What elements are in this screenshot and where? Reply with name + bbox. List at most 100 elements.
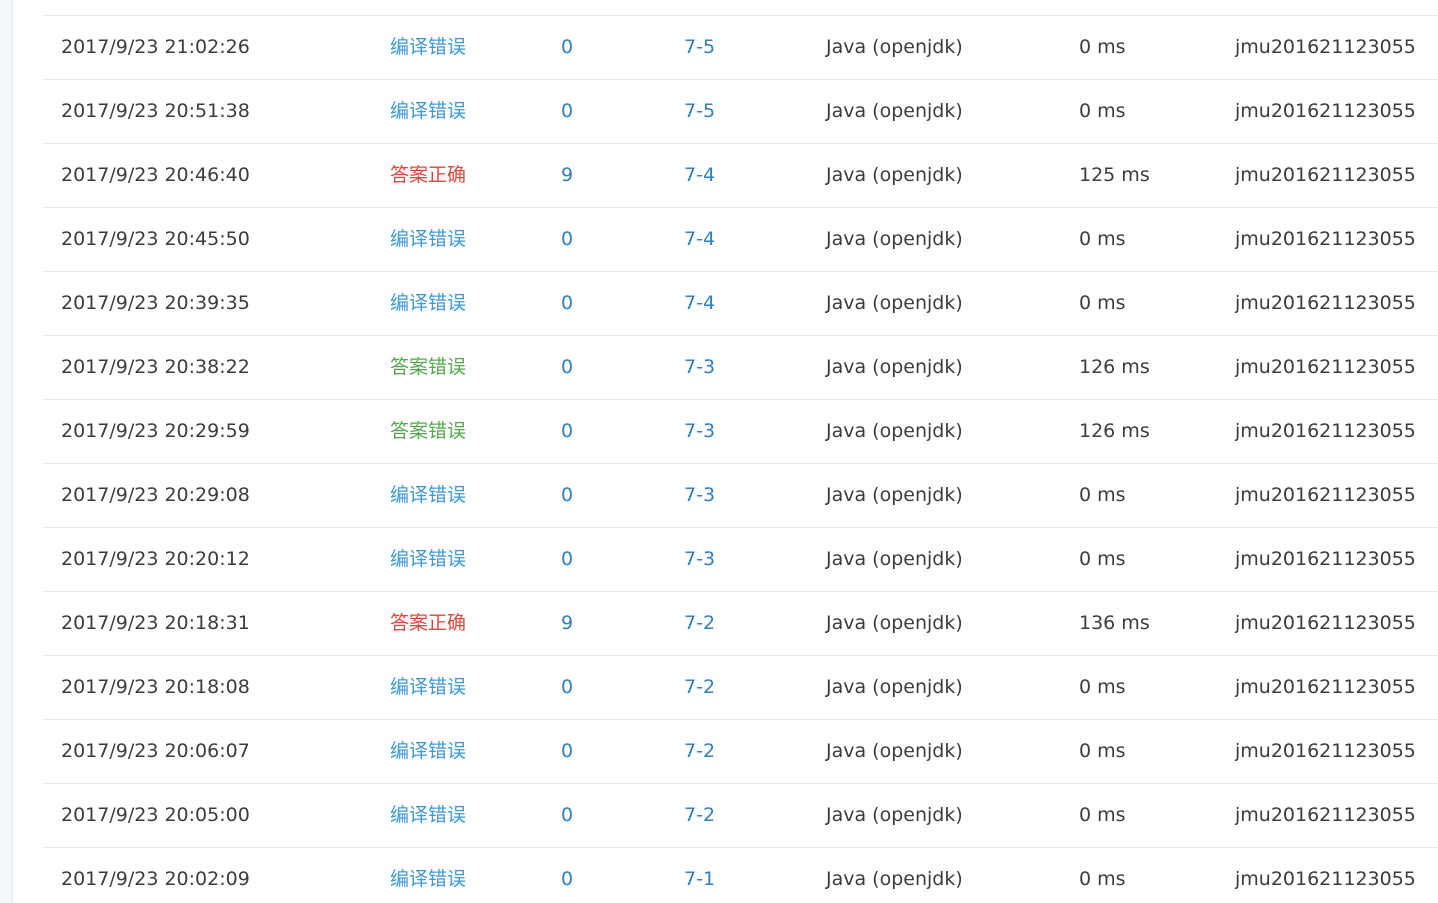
problem-link[interactable]: 7-5 bbox=[684, 80, 715, 143]
table-row: 2017/9/23 20:20:12 编译错误 0 7-3 Java (openjdk)… bbox=[43, 528, 1438, 592]
time-cost: 0 ms bbox=[1079, 804, 1126, 826]
status-link[interactable]: 编译错误 bbox=[390, 272, 466, 335]
submission-table: 2017/9/23 21:02:26 编译错误 0 7-5 Java (openjdk)… bbox=[43, 15, 1438, 903]
submit-time: 2017/9/23 20:46:40 bbox=[61, 164, 250, 186]
table-row: 2017/9/23 20:39:35 编译错误 0 7-4 Java (openjdk)… bbox=[43, 272, 1438, 336]
submit-time: 2017/9/23 20:06:07 bbox=[61, 740, 250, 762]
time-cost: 0 ms bbox=[1079, 548, 1126, 570]
username: jmu201621123055 bbox=[1235, 420, 1416, 442]
score-value: 0 bbox=[561, 292, 574, 314]
score-value: 0 bbox=[561, 740, 574, 762]
table-row: 2017/9/23 20:18:08 编译错误 0 7-2 Java (openjdk)… bbox=[43, 656, 1438, 720]
table-row: 2017/9/23 21:02:26 编译错误 0 7-5 Java (openjdk)… bbox=[43, 16, 1438, 80]
problem-link[interactable]: 7-4 bbox=[684, 208, 715, 271]
left-sidebar-edge bbox=[0, 0, 13, 903]
submit-time: 2017/9/23 20:29:59 bbox=[61, 420, 250, 442]
language-label: Java (openjdk) bbox=[826, 740, 963, 762]
language-label: Java (openjdk) bbox=[826, 228, 963, 250]
status-link[interactable]: 编译错误 bbox=[390, 784, 466, 847]
language-label: Java (openjdk) bbox=[826, 420, 963, 442]
time-cost: 0 ms bbox=[1079, 292, 1126, 314]
username: jmu201621123055 bbox=[1235, 484, 1416, 506]
language-label: Java (openjdk) bbox=[826, 868, 963, 890]
score-value: 0 bbox=[561, 676, 574, 698]
time-cost: 0 ms bbox=[1079, 228, 1126, 250]
time-cost: 0 ms bbox=[1079, 676, 1126, 698]
score-value: 0 bbox=[561, 804, 574, 826]
table-row: 2017/9/23 20:29:59 答案错误 0 7-3 Java (openjdk)… bbox=[43, 400, 1438, 464]
score-value: 0 bbox=[561, 420, 574, 442]
status-link[interactable]: 编译错误 bbox=[390, 16, 466, 79]
table-row: 2017/9/23 20:02:09 编译错误 0 7-1 Java (openjdk)… bbox=[43, 848, 1438, 903]
problem-link[interactable]: 7-4 bbox=[684, 144, 715, 207]
status-link[interactable]: 编译错误 bbox=[390, 528, 466, 591]
status-link[interactable]: 答案正确 bbox=[390, 144, 466, 207]
table-row: 2017/9/23 20:05:00 编译错误 0 7-2 Java (openjdk)… bbox=[43, 784, 1438, 848]
time-cost: 126 ms bbox=[1079, 420, 1150, 442]
status-link[interactable]: 答案错误 bbox=[390, 336, 466, 399]
submit-time: 2017/9/23 20:05:00 bbox=[61, 804, 250, 826]
language-label: Java (openjdk) bbox=[826, 292, 963, 314]
table-row: 2017/9/23 20:18:31 答案正确 9 7-2 Java (openjdk)… bbox=[43, 592, 1438, 656]
problem-link[interactable]: 7-3 bbox=[684, 528, 715, 591]
table-row: 2017/9/23 20:45:50 编译错误 0 7-4 Java (openjdk)… bbox=[43, 208, 1438, 272]
status-link[interactable]: 编译错误 bbox=[390, 848, 466, 903]
problem-link[interactable]: 7-2 bbox=[684, 784, 715, 847]
submit-time: 2017/9/23 20:18:31 bbox=[61, 612, 250, 634]
table-row: 2017/9/23 20:51:38 编译错误 0 7-5 Java (openjdk)… bbox=[43, 80, 1438, 144]
submit-time: 2017/9/23 20:45:50 bbox=[61, 228, 250, 250]
username: jmu201621123055 bbox=[1235, 548, 1416, 570]
username: jmu201621123055 bbox=[1235, 676, 1416, 698]
problem-link[interactable]: 7-2 bbox=[684, 720, 715, 783]
status-link[interactable]: 答案错误 bbox=[390, 400, 466, 463]
username: jmu201621123055 bbox=[1235, 804, 1416, 826]
submit-time: 2017/9/23 20:20:12 bbox=[61, 548, 250, 570]
status-link[interactable]: 编译错误 bbox=[390, 720, 466, 783]
problem-link[interactable]: 7-4 bbox=[684, 272, 715, 335]
problem-link[interactable]: 7-3 bbox=[684, 336, 715, 399]
score-value: 9 bbox=[561, 164, 574, 186]
problem-link[interactable]: 7-2 bbox=[684, 656, 715, 719]
username: jmu201621123055 bbox=[1235, 100, 1416, 122]
table-row: 2017/9/23 20:46:40 答案正确 9 7-4 Java (openjdk)… bbox=[43, 144, 1438, 208]
problem-link[interactable]: 7-1 bbox=[684, 848, 715, 903]
username: jmu201621123055 bbox=[1235, 612, 1416, 634]
time-cost: 0 ms bbox=[1079, 36, 1126, 58]
status-link[interactable]: 编译错误 bbox=[390, 464, 466, 527]
table-row: 2017/9/23 20:38:22 答案错误 0 7-3 Java (openjdk)… bbox=[43, 336, 1438, 400]
submit-time: 2017/9/23 21:02:26 bbox=[61, 36, 250, 58]
score-value: 0 bbox=[561, 484, 574, 506]
status-link[interactable]: 编译错误 bbox=[390, 656, 466, 719]
language-label: Java (openjdk) bbox=[826, 164, 963, 186]
status-link[interactable]: 答案正确 bbox=[390, 592, 466, 655]
submit-time: 2017/9/23 20:51:38 bbox=[61, 100, 250, 122]
language-label: Java (openjdk) bbox=[826, 676, 963, 698]
problem-link[interactable]: 7-5 bbox=[684, 16, 715, 79]
status-link[interactable]: 编译错误 bbox=[390, 208, 466, 271]
score-value: 0 bbox=[561, 356, 574, 378]
status-link[interactable]: 编译错误 bbox=[390, 80, 466, 143]
username: jmu201621123055 bbox=[1235, 228, 1416, 250]
submit-time: 2017/9/23 20:39:35 bbox=[61, 292, 250, 314]
language-label: Java (openjdk) bbox=[826, 356, 963, 378]
submit-time: 2017/9/23 20:38:22 bbox=[61, 356, 250, 378]
language-label: Java (openjdk) bbox=[826, 804, 963, 826]
submit-time: 2017/9/23 20:29:08 bbox=[61, 484, 250, 506]
score-value: 0 bbox=[561, 868, 574, 890]
problem-link[interactable]: 7-2 bbox=[684, 592, 715, 655]
username: jmu201621123055 bbox=[1235, 740, 1416, 762]
time-cost: 126 ms bbox=[1079, 356, 1150, 378]
language-label: Java (openjdk) bbox=[826, 484, 963, 506]
problem-link[interactable]: 7-3 bbox=[684, 464, 715, 527]
time-cost: 125 ms bbox=[1079, 164, 1150, 186]
score-value: 0 bbox=[561, 36, 574, 58]
time-cost: 0 ms bbox=[1079, 868, 1126, 890]
language-label: Java (openjdk) bbox=[826, 548, 963, 570]
username: jmu201621123055 bbox=[1235, 164, 1416, 186]
submit-time: 2017/9/23 20:18:08 bbox=[61, 676, 250, 698]
table-row: 2017/9/23 20:29:08 编译错误 0 7-3 Java (openjdk)… bbox=[43, 464, 1438, 528]
problem-link[interactable]: 7-3 bbox=[684, 400, 715, 463]
score-value: 0 bbox=[561, 548, 574, 570]
score-value: 0 bbox=[561, 100, 574, 122]
time-cost: 0 ms bbox=[1079, 740, 1126, 762]
